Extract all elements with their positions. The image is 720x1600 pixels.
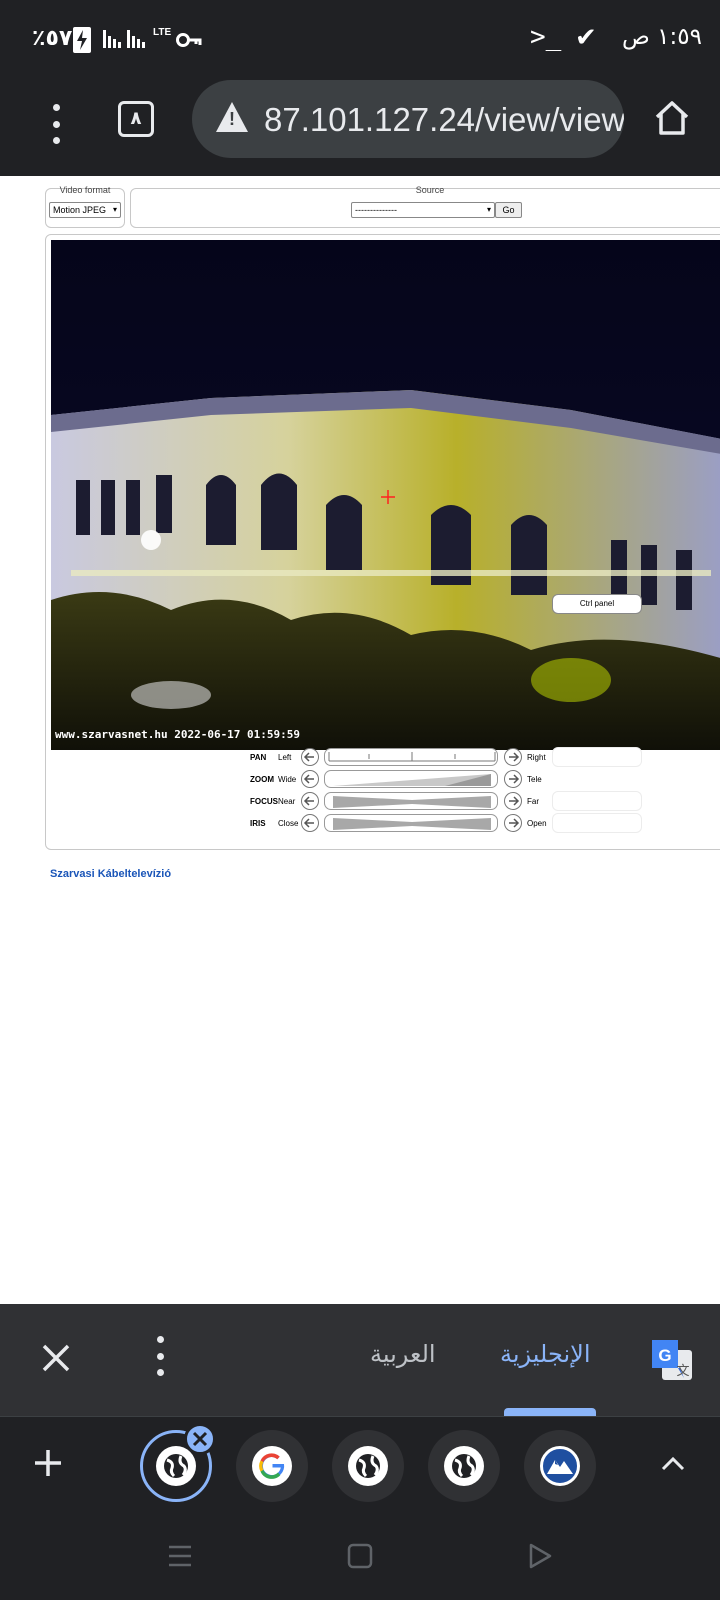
iris-close-arrow-icon[interactable]: [301, 814, 319, 832]
iris-open-label: Open: [527, 819, 547, 828]
video-format-select[interactable]: Motion JPEG ▾: [49, 202, 121, 218]
focus-slider[interactable]: [324, 792, 498, 810]
web-page: Video format Motion JPEG ▾ Source ------…: [0, 176, 720, 1304]
clock: ١:٥٩ ص: [622, 24, 702, 50]
tab-mountain[interactable]: [524, 1430, 596, 1502]
chevron-down-icon: ▾: [112, 205, 117, 214]
battery-percent: ٪٥٧: [32, 26, 73, 51]
translate-menu-icon[interactable]: [152, 1336, 168, 1376]
iris-label: IRIS: [250, 819, 266, 828]
selected-language-indicator: [504, 1408, 596, 1416]
iris-close-label: Close: [278, 819, 299, 828]
pan-right-label: Right: [527, 753, 546, 762]
video-format-value: Motion JPEG: [53, 205, 107, 215]
chevron-down-icon: ▾: [486, 205, 491, 214]
new-tab-plus-icon[interactable]: [32, 1447, 64, 1479]
warning-exclamation: !: [229, 109, 235, 129]
focus-near-label: Near: [278, 797, 296, 806]
focus-far-arrow-icon[interactable]: [504, 792, 522, 810]
source-select[interactable]: -------------- ▾: [351, 202, 495, 218]
zoom-wide-arrow-icon[interactable]: [301, 770, 319, 788]
source-legend: Source: [415, 185, 445, 195]
ctrl-panel-button[interactable]: Ctrl panel: [552, 594, 642, 614]
zoom-label: ZOOM: [250, 775, 274, 784]
browser-menu-icon[interactable]: [48, 104, 64, 144]
tab-globe-2[interactable]: [332, 1430, 404, 1502]
zoom-tele-label: Tele: [527, 775, 542, 784]
pan-right-arrow-icon[interactable]: [504, 748, 522, 766]
tab-strip: [0, 1416, 720, 1514]
battery-charging-icon: [73, 27, 91, 53]
source-language-tab[interactable]: العربية: [370, 1340, 436, 1368]
pan-label: PAN: [250, 753, 267, 762]
focus-far-label: Far: [527, 797, 539, 806]
camera-live-image[interactable]: [51, 240, 720, 750]
tab-globe-3[interactable]: [428, 1430, 500, 1502]
checkmark-icon: ✔: [575, 22, 597, 52]
status-bar: ٪٥٧ LTE >_ ✔ ١:٥٩ ص: [0, 0, 720, 78]
network-type: LTE: [153, 27, 172, 38]
tab-switcher-button[interactable]: ٨: [118, 101, 154, 137]
browser-toolbar: ٨ ! 87.101.127.24/view/view.shtml: [0, 78, 720, 176]
iris-side-box: [552, 813, 642, 833]
pan-left-label: Left: [278, 753, 292, 762]
google-icon: [252, 1446, 292, 1486]
video-format-legend: Video format: [59, 185, 111, 195]
home-nav-icon[interactable]: [346, 1542, 374, 1575]
footer-link[interactable]: Szarvasi Kábeltelevízió: [50, 868, 171, 880]
zoom-wide-label: Wide: [278, 775, 297, 784]
pan-left-arrow-icon[interactable]: [301, 748, 319, 766]
svg-text:G: G: [658, 1346, 671, 1365]
close-tab-icon[interactable]: [184, 1423, 216, 1455]
svg-text:文: 文: [676, 1364, 689, 1379]
vpn-key-icon: [176, 30, 202, 56]
mountain-icon: [540, 1446, 580, 1486]
chevron-up-icon[interactable]: [660, 1453, 686, 1473]
close-icon[interactable]: [40, 1342, 72, 1374]
zoom-slider[interactable]: [324, 770, 498, 788]
globe-icon: [348, 1446, 388, 1486]
recent-apps-icon[interactable]: [166, 1542, 194, 1575]
iris-slider[interactable]: [324, 814, 498, 832]
focus-side-box: [552, 791, 642, 811]
address-bar[interactable]: ! 87.101.127.24/view/view.shtml: [192, 80, 624, 158]
focus-label: FOCUS: [250, 797, 278, 806]
focus-near-arrow-icon[interactable]: [301, 792, 319, 810]
signal-strength-icon: [103, 30, 145, 48]
target-language-tab[interactable]: الإنجليزية: [500, 1340, 591, 1368]
tab-google[interactable]: [236, 1430, 308, 1502]
pan-side-box: [552, 747, 642, 767]
globe-icon: [444, 1446, 484, 1486]
source-value: --------------: [355, 205, 397, 215]
translate-bar: العربية الإنجليزية G 文: [0, 1304, 720, 1416]
system-nav-bar: [0, 1514, 720, 1600]
iris-open-arrow-icon[interactable]: [504, 814, 522, 832]
pan-slider[interactable]: [324, 748, 498, 766]
terminal-icon: >_: [530, 22, 562, 52]
url-text[interactable]: 87.101.127.24/view/view.shtml: [264, 101, 624, 139]
google-translate-icon: G 文: [650, 1338, 694, 1382]
go-button[interactable]: Go: [495, 202, 522, 218]
camera-timestamp: www.szarvasnet.hu 2022-06-17 01:59:59: [55, 728, 301, 741]
back-nav-icon[interactable]: [526, 1542, 554, 1575]
home-icon[interactable]: [652, 98, 692, 138]
zoom-tele-arrow-icon[interactable]: [504, 770, 522, 788]
